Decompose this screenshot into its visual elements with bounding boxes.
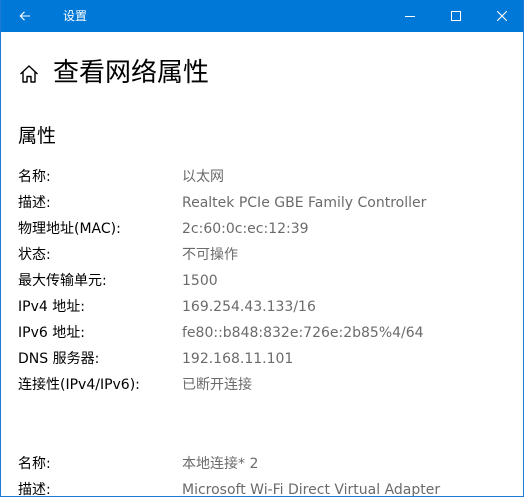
property-row-dns: DNS 服务器: 192.168.11.101: [18, 348, 518, 370]
property-label: 描述:: [18, 195, 51, 211]
property-row-description: 描述: Realtek PCIe GBE Family Controller: [18, 192, 518, 214]
close-button[interactable]: [479, 0, 523, 32]
property-row-ipv4: IPv4 地址: 169.254.43.133/16: [18, 296, 518, 318]
property-value: 2c:60:0c:ec:12:39: [182, 221, 309, 237]
minimize-icon: [405, 16, 415, 17]
title-bar: 设置: [1, 0, 523, 32]
page-header: 查看网络属性: [1, 54, 523, 94]
property-value: Realtek PCIe GBE Family Controller: [182, 195, 427, 211]
property-value: fe80::b848:832e:726e:2b85%4/64: [182, 325, 424, 341]
property-value: 本地连接* 2: [182, 456, 259, 472]
property-value: 不可操作: [182, 247, 238, 263]
property-label: 名称:: [18, 169, 51, 185]
property-row-connectivity: 连接性(IPv4/IPv6): 已断开连接: [18, 374, 518, 396]
property-row-name: 名称: 以太网: [18, 166, 518, 188]
property-label: 状态:: [18, 247, 51, 263]
property-row-mtu: 最大传输单元: 1500: [18, 270, 518, 292]
property-label: 名称:: [18, 456, 51, 472]
settings-window: 设置 查看网络属性 属性 名称: 以太网 描述: Realtek PCIe GB…: [0, 0, 524, 497]
property-value: 以太网: [182, 169, 224, 185]
property-value: Microsoft Wi-Fi Direct Virtual Adapter: [182, 482, 441, 497]
property-value: 192.168.11.101: [182, 351, 294, 367]
property-value: 已断开连接: [182, 377, 252, 393]
property-row-description: 描述: Microsoft Wi-Fi Direct Virtual Adapt…: [18, 479, 518, 497]
property-label: IPv6 地址:: [18, 325, 85, 341]
property-label: 连接性(IPv4/IPv6):: [18, 377, 140, 393]
maximize-button[interactable]: [433, 0, 479, 32]
home-icon: [20, 65, 38, 83]
window-title: 设置: [63, 9, 88, 23]
home-button[interactable]: [18, 63, 40, 85]
back-button[interactable]: [1, 0, 49, 32]
section-title: 属性: [18, 125, 57, 147]
property-row-name: 名称: 本地连接* 2: [18, 453, 518, 475]
minimize-button[interactable]: [387, 0, 433, 32]
page-title: 查看网络属性: [53, 58, 210, 88]
maximize-icon: [451, 11, 461, 21]
property-label: 描述:: [18, 482, 51, 497]
property-row-mac: 物理地址(MAC): 2c:60:0c:ec:12:39: [18, 218, 518, 240]
arrow-left-icon: [19, 11, 30, 21]
property-value: 1500: [182, 273, 218, 289]
property-row-status: 状态: 不可操作: [18, 244, 518, 266]
property-label: IPv4 地址:: [18, 299, 85, 315]
property-label: 物理地址(MAC):: [18, 221, 121, 237]
close-icon: [497, 11, 507, 21]
property-label: DNS 服务器:: [18, 351, 100, 367]
property-label: 最大传输单元:: [18, 273, 107, 289]
property-row-ipv6: IPv6 地址: fe80::b848:832e:726e:2b85%4/64: [18, 322, 518, 344]
property-value: 169.254.43.133/16: [182, 299, 316, 315]
